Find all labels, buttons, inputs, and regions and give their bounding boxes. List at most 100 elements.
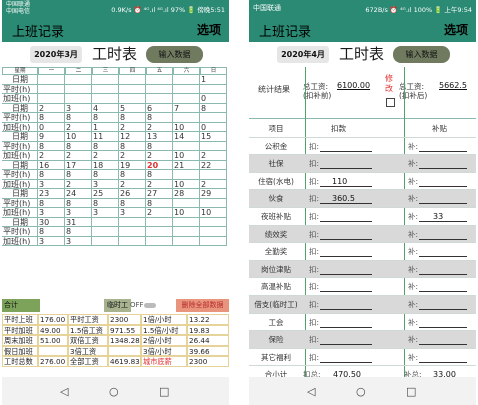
subsidy-input[interactable] <box>419 282 467 293</box>
calendar-cell[interactable]: 2 <box>65 179 92 189</box>
calendar-cell[interactable]: 2 <box>200 151 227 161</box>
deduct-input[interactable] <box>320 142 372 152</box>
calendar-cell[interactable]: 8 <box>119 141 146 151</box>
input-data-button[interactable]: 输入数据 <box>393 46 450 63</box>
calendar-cell[interactable]: 9 <box>38 132 65 142</box>
input-data-button[interactable]: 输入数据 <box>146 46 203 63</box>
calendar-cell[interactable]: 1 <box>92 122 119 132</box>
calendar-cell[interactable]: 28 <box>173 189 200 199</box>
subsidy-input[interactable] <box>419 300 467 310</box>
calendar-cell[interactable]: 26 <box>119 189 146 199</box>
month-selector-button[interactable]: 2020年4月 <box>277 46 329 63</box>
calendar-cell[interactable] <box>146 236 173 246</box>
calendar-cell[interactable]: 16 <box>38 160 65 170</box>
calendar-cell[interactable] <box>173 141 200 151</box>
calendar-cell[interactable] <box>92 227 119 237</box>
calendar-cell[interactable]: 8 <box>38 198 65 208</box>
calendar-cell[interactable]: 0 <box>200 122 227 132</box>
calendar-cell[interactable]: 10 <box>65 132 92 142</box>
calendar-cell[interactable]: 8 <box>146 170 173 180</box>
calendar-cell[interactable]: 2 <box>146 208 173 218</box>
calendar-cell[interactable]: 17 <box>65 160 92 170</box>
calendar-cell[interactable]: 6 <box>146 103 173 113</box>
calendar-cell[interactable]: 4 <box>92 103 119 113</box>
calendar-cell[interactable] <box>146 75 173 85</box>
calendar-cell[interactable]: 24 <box>65 189 92 199</box>
calendar-cell[interactable] <box>200 141 227 151</box>
calendar-cell[interactable] <box>200 198 227 208</box>
calendar-cell[interactable]: 29 <box>200 189 227 199</box>
subsidy-input[interactable] <box>419 230 467 240</box>
subsidy-input[interactable] <box>419 353 467 363</box>
calendar-cell[interactable]: 31 <box>65 217 92 227</box>
calendar-cell[interactable]: 8 <box>38 113 65 123</box>
subsidy-input[interactable] <box>419 142 467 152</box>
calendar-cell[interactable]: 2 <box>119 122 146 132</box>
subsidy-input[interactable] <box>419 318 467 328</box>
calendar-cell[interactable] <box>173 75 200 85</box>
calendar-cell[interactable] <box>119 94 146 104</box>
calendar-cell[interactable] <box>146 84 173 94</box>
calendar-cell[interactable] <box>119 227 146 237</box>
calendar-cell[interactable] <box>173 236 200 246</box>
calendar-cell[interactable] <box>92 236 119 246</box>
calendar-cell[interactable]: 8 <box>38 141 65 151</box>
calendar-cell[interactable] <box>200 113 227 123</box>
calendar-cell[interactable]: 8 <box>146 198 173 208</box>
calendar-cell[interactable]: 10 <box>173 179 200 189</box>
deduct-input[interactable] <box>320 300 372 310</box>
edit-checkbox[interactable] <box>386 98 395 107</box>
calendar-cell[interactable]: 8 <box>38 227 65 237</box>
calendar-cell[interactable] <box>38 75 65 85</box>
calendar-cell[interactable]: 8 <box>65 198 92 208</box>
calendar-cell[interactable]: 2 <box>38 151 65 161</box>
calendar-cell[interactable]: 22 <box>200 160 227 170</box>
calendar-cell[interactable] <box>173 227 200 237</box>
calendar-cell[interactable]: 18 <box>92 160 119 170</box>
calendar-cell[interactable] <box>119 236 146 246</box>
calendar-cell[interactable]: 8 <box>92 198 119 208</box>
calendar-cell[interactable]: 8 <box>65 227 92 237</box>
calendar-cell[interactable]: 7 <box>173 103 200 113</box>
calendar-cell[interactable] <box>92 94 119 104</box>
month-selector-button[interactable]: 2020年3月 <box>30 46 82 63</box>
deduct-input[interactable] <box>320 247 372 258</box>
subsidy-input[interactable] <box>419 194 467 205</box>
calendar-cell[interactable]: 3 <box>65 103 92 113</box>
deduct-input[interactable] <box>320 265 372 275</box>
calendar-cell[interactable] <box>119 84 146 94</box>
calendar-cell[interactable] <box>92 84 119 94</box>
calendar-cell[interactable] <box>200 170 227 180</box>
calendar-cell[interactable]: 3 <box>119 208 146 218</box>
calendar-cell[interactable]: 2 <box>146 151 173 161</box>
calendar-cell[interactable]: 2 <box>38 103 65 113</box>
calendar-cell[interactable]: 8 <box>146 141 173 151</box>
calendar-cell[interactable]: 8 <box>119 198 146 208</box>
deduct-input[interactable] <box>320 159 372 170</box>
calendar-cell[interactable]: 8 <box>119 170 146 180</box>
calendar-cell[interactable]: 21 <box>173 160 200 170</box>
calendar-cell[interactable]: 3 <box>38 236 65 246</box>
calendar-cell[interactable] <box>146 94 173 104</box>
calendar-cell[interactable] <box>65 94 92 104</box>
home-icon[interactable]: ○ <box>109 385 119 398</box>
calendar-cell[interactable]: 8 <box>119 113 146 123</box>
calendar-cell[interactable] <box>173 198 200 208</box>
calendar-cell[interactable] <box>65 84 92 94</box>
deduct-input[interactable] <box>320 318 372 328</box>
calendar-cell[interactable]: 8 <box>200 103 227 113</box>
calendar-cell[interactable]: 2 <box>65 151 92 161</box>
home-icon[interactable]: ○ <box>356 385 366 398</box>
calendar-cell[interactable]: 27 <box>146 189 173 199</box>
subsidy-input[interactable] <box>419 247 467 258</box>
deduct-input[interactable]: 360.5 <box>320 194 372 205</box>
calendar-cell[interactable]: 3 <box>65 236 92 246</box>
subsidy-input[interactable] <box>419 335 467 346</box>
calendar-cell[interactable]: 2 <box>65 122 92 132</box>
calendar-cell[interactable]: 1 <box>200 75 227 85</box>
recents-icon[interactable]: □ <box>406 385 416 398</box>
calendar-cell[interactable]: 8 <box>65 141 92 151</box>
calendar-cell[interactable]: 10 <box>173 151 200 161</box>
calendar-cell[interactable]: 25 <box>92 189 119 199</box>
deduct-input[interactable] <box>320 335 372 346</box>
